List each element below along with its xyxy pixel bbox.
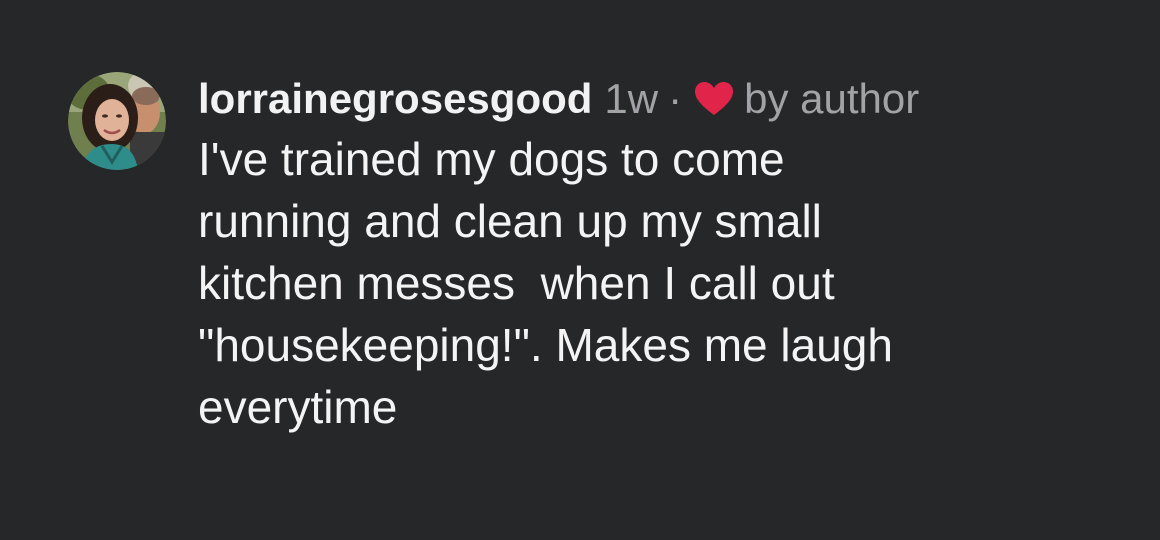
liked-by-author-label: by author: [744, 75, 920, 122]
comment-content: lorrainegrosesgood 1w · by author I've t…: [198, 70, 1118, 438]
comment-text: I've trained my dogs to come running and…: [198, 133, 893, 433]
avatar-photo: [68, 72, 166, 170]
username-link[interactable]: lorrainegrosesgood: [198, 75, 592, 123]
heart-icon: [694, 81, 734, 117]
comment: lorrainegrosesgood 1w · by author I've t…: [68, 70, 1128, 490]
timestamp: 1w: [604, 75, 659, 122]
meta-separator: ·: [668, 75, 683, 122]
avatar[interactable]: [68, 72, 166, 170]
comment-meta: lorrainegrosesgood 1w · by author: [198, 70, 1118, 128]
